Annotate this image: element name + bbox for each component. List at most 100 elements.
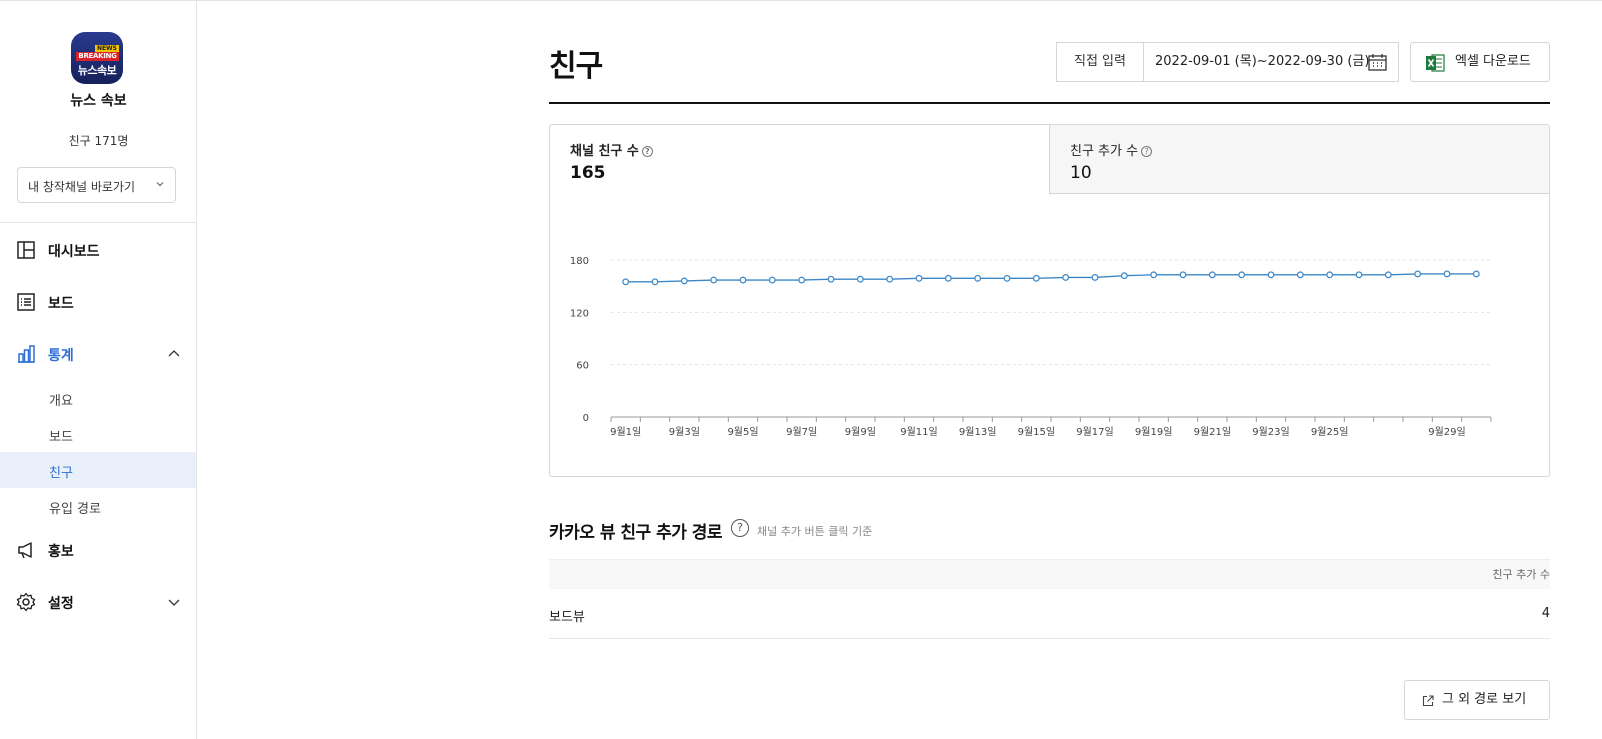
page-title: 친구 [549,49,603,84]
data-point [1032,274,1040,282]
data-point [1267,271,1275,279]
sidebar-subitem-overview[interactable]: 개요 [0,380,196,416]
x-tick-label: 9월7일 [786,426,817,438]
date-range-value[interactable]: 2022-09-01 (목)~2022-09-30 (금) [1155,43,1369,81]
column-friend-adds: 친구 추가 수 [1492,568,1550,581]
sidebar-subitem-board[interactable]: 보드 [0,416,196,452]
tab-friend-adds[interactable]: 친구 추가 수? 10 [1049,125,1549,194]
sidebar-label-promo: 홍보 [48,544,74,560]
data-point [1062,274,1070,281]
x-tick-label: 9월19일 [1135,426,1173,438]
data-point [1355,271,1363,279]
channel-name: 뉴스 속보 [70,93,127,109]
sidebar-label-settings: 설정 [48,596,74,612]
data-point [1414,270,1422,278]
x-tick-label: 9월5일 [727,426,758,438]
routes-note: 채널 추가 버튼 클릭 기준 [757,525,873,538]
y-tick-label: 120 [570,308,589,319]
excel-download-button[interactable]: 엑셀 다운로드 [1410,42,1550,82]
data-point [1238,271,1246,279]
data-point [1120,272,1128,280]
data-point [915,274,923,282]
x-tick-label: 9월21일 [1194,426,1232,438]
bar-chart-icon [18,345,35,363]
other-routes-label: 그 외 경로 보기 [1442,692,1527,707]
direct-input-button[interactable]: 직접 입력 [1057,43,1144,81]
sidebar-item-settings[interactable]: 설정 [0,582,196,622]
dashboard-icon [17,241,35,259]
channel-logo[interactable]: NEWS BREAKING 뉴스속보 [71,32,123,84]
logo-name: 뉴스속보 [77,64,117,77]
data-point [827,275,835,283]
other-routes-button[interactable]: 그 외 경로 보기 [1404,680,1550,720]
logo-news-badge: NEWS [94,45,119,52]
x-tick-label: 9월29일 [1428,426,1466,438]
x-tick-label: 9월3일 [669,426,700,438]
friend-stats-card: 채널 친구 수? 165 친구 추가 수? 10 0 60 120 180 9월1일 9월… [549,124,1550,477]
data-point [974,274,982,282]
sidebar-item-dashboard[interactable]: 대시보드 [0,230,196,270]
data-point [1296,271,1304,279]
megaphone-icon [18,542,32,559]
table-row: 보드뷰 4 [549,591,1550,639]
chevron-down-icon [156,182,164,187]
sidebar-subitem-inflow[interactable]: 유입 경로 [0,488,196,524]
y-tick-label: 60 [576,361,589,372]
help-icon[interactable]: ? [641,146,653,157]
gear-icon [16,592,36,612]
external-link-icon [1422,695,1434,707]
y-tick-label: 180 [570,256,589,267]
tab-friend-adds-value: 10 [1070,163,1092,183]
data-point [1326,271,1334,279]
y-tick-label: 0 [583,413,589,424]
sidebar-item-board[interactable]: 보드 [0,282,196,322]
help-icon[interactable]: ? [731,519,749,537]
x-tick-label: 9월17일 [1076,426,1114,438]
data-point [1003,274,1011,282]
sidebar-subitem-friends[interactable]: 친구 [0,452,196,488]
chevron-down-icon[interactable] [168,597,180,607]
data-point [1384,271,1392,279]
data-point [622,278,630,286]
series-line [625,273,1477,283]
logo-breaking-banner: BREAKING [76,52,119,61]
x-tick-label: 9월13일 [959,426,997,438]
list-icon [17,293,35,311]
tab-channel-friends-value: 165 [570,163,606,183]
excel-download-label: 엑셀 다운로드 [1455,54,1531,69]
x-tick-label: 9월1일 [610,426,641,438]
x-tick-label: 9월25일 [1311,426,1349,438]
data-point [1443,270,1451,278]
chevron-up-icon[interactable] [168,349,180,359]
help-icon[interactable]: ? [1141,146,1153,157]
data-point [1091,274,1099,281]
data-point [886,275,894,283]
data-point [710,276,718,284]
x-tick-label: 9월9일 [845,426,876,438]
sidebar-divider [0,222,196,223]
channel-shortcut-select[interactable]: 내 창작채널 바로가기 [17,167,176,203]
sidebar: NEWS BREAKING 뉴스속보 뉴스 속보 친구 171명 내 창작채널 … [0,1,197,739]
route-count: 4 [1541,606,1550,621]
sidebar-label-board: 보드 [48,296,74,312]
x-tick-label: 9월23일 [1252,426,1290,438]
title-divider [549,102,1550,104]
tab-friend-adds-label: 친구 추가 수 [1070,144,1139,159]
data-point [856,275,864,283]
x-tick-label: 9월11일 [900,426,938,438]
data-point [680,277,688,285]
routes-section-title: 카카오 뷰 친구 추가 경로 [549,523,723,543]
excel-icon [1426,54,1445,72]
friend-count-line-chart: 0 60 120 180 9월1일 9월3일 9월5일 9월7일 9월9일 9월11일 9월13일 9… [570,256,1492,438]
tab-channel-friends[interactable]: 채널 친구 수? 165 [550,125,1050,194]
top-border [0,0,1602,1]
calendar-icon[interactable] [1368,53,1387,71]
data-point [1150,271,1158,279]
routes-table-header: 친구 추가 수 [549,559,1550,589]
sidebar-item-promo[interactable]: 홍보 [0,530,196,570]
date-range-picker[interactable]: 직접 입력 2022-09-01 (목)~2022-09-30 (금) [1056,42,1399,82]
route-name: 보드뷰 [549,610,585,625]
sidebar-label-stats: 통계 [48,348,74,364]
sidebar-item-stats[interactable]: 통계 [0,334,196,374]
channel-friend-count: 친구 171명 [68,134,129,148]
